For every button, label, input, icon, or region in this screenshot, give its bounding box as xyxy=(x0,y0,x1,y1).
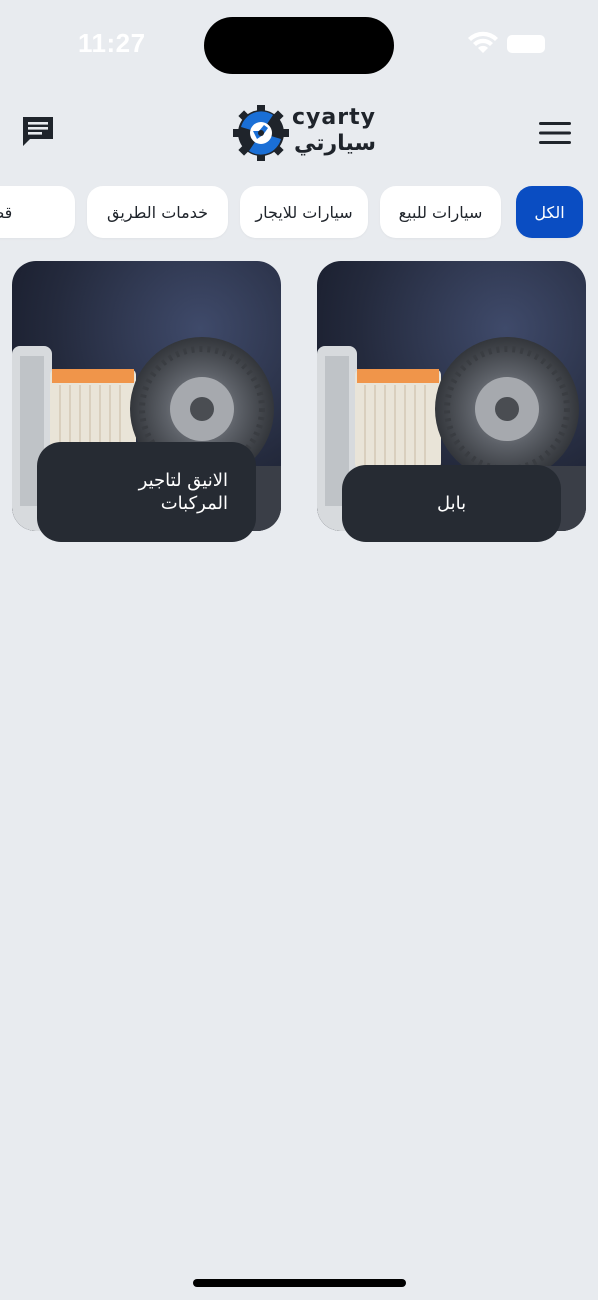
card-title-text: بابل xyxy=(436,493,467,514)
category-chip-road-services[interactable]: خدمات الطريق xyxy=(87,186,228,238)
listing-card-title[interactable]: الانيق لتاجير المركبات xyxy=(37,442,256,542)
status-time: 11:27 xyxy=(78,28,146,58)
category-chip-cars-for-rent[interactable]: سيارات للايجار xyxy=(240,186,368,238)
dynamic-island xyxy=(204,17,394,74)
app-logo: cyarty سيارتي xyxy=(232,104,376,164)
gear-logo-icon xyxy=(233,105,289,161)
wifi-icon xyxy=(468,31,498,53)
home-indicator xyxy=(193,1279,406,1287)
chip-label: خدمات الطريق xyxy=(107,202,208,222)
category-chip-all[interactable]: الكل xyxy=(516,186,583,238)
chip-label: سيارات للايجار xyxy=(255,202,353,222)
chip-label: الكل xyxy=(534,202,565,222)
chat-icon[interactable] xyxy=(20,114,56,150)
chip-label: قطع الغ xyxy=(0,202,13,222)
logo-text-latin: cyarty xyxy=(292,105,376,130)
menu-icon[interactable] xyxy=(539,120,571,146)
card-title-text: الانيق لتاجير المركبات xyxy=(138,470,228,514)
battery-icon xyxy=(507,35,545,53)
logo-text-arabic: سيارتي xyxy=(294,131,377,156)
category-chip-spare-parts[interactable]: قطع الغ xyxy=(0,186,75,238)
category-filter-bar: الكل سيارات للبيع سيارات للايجار خدمات ا… xyxy=(0,186,598,240)
category-chip-cars-for-sale[interactable]: سيارات للبيع xyxy=(380,186,501,238)
app-screen: 11:27 cyarty سيارتي الكل سيارات للبيع سي… xyxy=(0,0,598,1300)
chip-label: سيارات للبيع xyxy=(398,202,483,222)
listing-card-title[interactable]: بابل xyxy=(342,465,561,542)
